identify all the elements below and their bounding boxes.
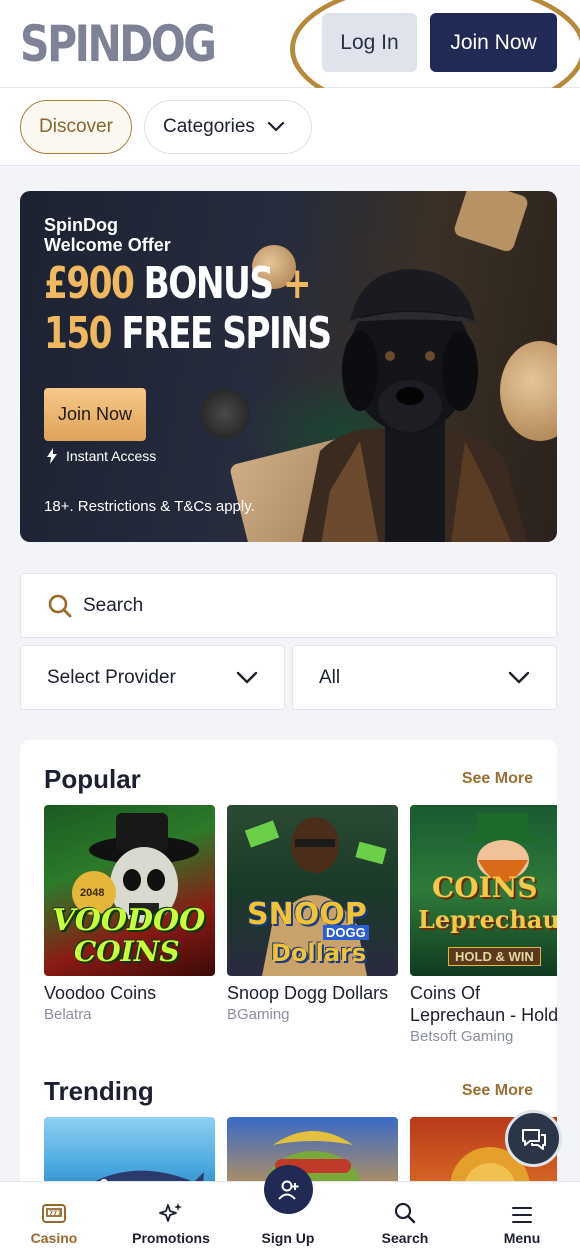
- voodoo-art-line2: COINS: [74, 935, 180, 968]
- game-type-select[interactable]: All: [292, 645, 557, 710]
- banner-join-button[interactable]: Join Now: [44, 388, 146, 441]
- provider-select[interactable]: Select Provider: [20, 645, 285, 710]
- game-tile-snoop-dogg-dollars[interactable]: SNOOP DOGG Dollars: [227, 805, 398, 976]
- voodoo-coins-badge: 2048: [80, 887, 105, 899]
- plus-sign: +: [282, 258, 312, 309]
- snoop-art-line2: Dollars: [271, 939, 367, 967]
- nav-sign-up-label: Sign Up: [261, 1230, 315, 1246]
- lightning-icon: [47, 448, 57, 464]
- category-nav: Discover Categories: [0, 88, 580, 166]
- chevron-down-icon: [267, 121, 284, 132]
- trending-heading: Trending: [44, 1076, 154, 1106]
- banner-subtitle-line2: Welcome Offer: [44, 235, 171, 255]
- chevron-down-icon: [508, 671, 530, 684]
- game-search-input[interactable]: Search: [20, 573, 557, 638]
- game-title[interactable]: Coins Of Leprechaun - Hold: [410, 982, 557, 1026]
- spins-count: 150: [44, 308, 113, 359]
- nav-casino[interactable]: 777 Casino: [0, 1182, 112, 1260]
- banner-terms: 18+. Restrictions & T&Cs apply.: [44, 498, 255, 515]
- search-icon: [48, 594, 72, 617]
- game-provider: Belatra: [44, 1006, 92, 1023]
- live-chat-button[interactable]: [505, 1110, 562, 1167]
- chat-bubbles-icon: [521, 1128, 546, 1150]
- popular-heading: Popular: [44, 764, 141, 794]
- nav-search-label: Search: [381, 1230, 429, 1246]
- popular-see-more-link[interactable]: See More: [462, 770, 533, 788]
- bonus-word: BONUS: [143, 258, 274, 309]
- chip-stack-decoration: [200, 389, 250, 439]
- game-title[interactable]: Voodoo Coins: [44, 982, 156, 1004]
- join-now-button[interactable]: Join Now: [430, 13, 557, 72]
- game-provider: Betsoft Gaming: [410, 1028, 514, 1045]
- hamburger-icon: [512, 1207, 532, 1223]
- chevron-down-icon: [236, 671, 258, 684]
- discover-tab[interactable]: Discover: [20, 100, 132, 154]
- snoop-art-badge: DOGG: [323, 925, 369, 940]
- banner-headline: £900 BONUS + 150 FREE SPINS: [44, 259, 372, 359]
- leprechaun-art-line1: COINS: [432, 871, 538, 904]
- nav-search[interactable]: Search: [347, 1182, 463, 1260]
- bonus-amount: £900: [44, 258, 135, 309]
- game-tile-voodoo-coins[interactable]: 2048 VOODOO COINS: [44, 805, 215, 976]
- nav-casino-label: Casino: [30, 1230, 78, 1246]
- search-icon: [394, 1202, 416, 1224]
- game-title-line1: Coins Of: [410, 983, 481, 1003]
- nav-menu-label: Menu: [503, 1230, 541, 1246]
- welcome-offer-banner[interactable]: SpinDog Welcome Offer £900 BONUS + 150 F…: [20, 191, 557, 542]
- login-button[interactable]: Log In: [322, 13, 417, 72]
- trending-see-more-link[interactable]: See More: [462, 1082, 533, 1100]
- svg-text:777: 777: [49, 1210, 62, 1217]
- sparkles-icon: [159, 1203, 182, 1222]
- sign-up-circle-button[interactable]: [264, 1165, 313, 1214]
- leprechaun-art-badge: HOLD & WIN: [448, 947, 541, 966]
- free-spins-word: FREE SPINS: [121, 308, 332, 359]
- game-provider: BGaming: [227, 1006, 290, 1023]
- categories-label: Categories: [163, 116, 255, 137]
- add-user-icon: [277, 1180, 298, 1200]
- provider-select-label: Select Provider: [47, 666, 176, 688]
- nav-promotions-label: Promotions: [132, 1230, 210, 1246]
- nav-menu[interactable]: Menu: [464, 1182, 580, 1260]
- search-placeholder: Search: [83, 594, 144, 616]
- game-tile-coins-of-leprechaun[interactable]: COINS Leprechaun HOLD & WIN: [410, 805, 557, 976]
- bottom-navigation: 777 Casino Promotions Sign Up Search Men…: [0, 1165, 580, 1260]
- banner-subtitle: SpinDog Welcome Offer: [44, 215, 171, 255]
- game-type-label: All: [319, 666, 341, 688]
- banner-subtitle-line1: SpinDog: [44, 215, 118, 235]
- voodoo-art-line1: VOODOO: [52, 903, 206, 938]
- leprechaun-art-line2: Leprechaun: [418, 905, 557, 934]
- spindog-logo[interactable]: SPINDOG: [20, 14, 217, 74]
- site-header: SPINDOG Log In Join Now: [0, 0, 580, 88]
- categories-dropdown[interactable]: Categories: [144, 100, 312, 154]
- game-title-line2: Leprechaun - Hold: [410, 1005, 557, 1025]
- instant-access-label: Instant Access: [66, 448, 157, 464]
- instant-access: Instant Access: [46, 448, 156, 464]
- slot-machine-icon: 777: [42, 1204, 66, 1223]
- game-title[interactable]: Snoop Dogg Dollars: [227, 982, 388, 1004]
- nav-promotions[interactable]: Promotions: [113, 1182, 229, 1260]
